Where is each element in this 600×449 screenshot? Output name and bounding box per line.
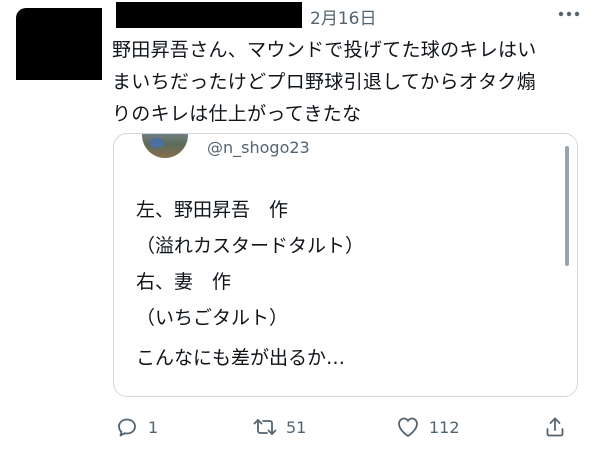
quoted-text-line: （いちごタルト） [136, 307, 289, 329]
quoted-text-line: 右、妻 作 [136, 271, 232, 293]
avatar[interactable] [16, 8, 102, 80]
more-horizontal-icon[interactable] [554, 2, 584, 26]
redacted-user-name[interactable] [116, 2, 302, 28]
reply-count: 1 [148, 417, 159, 437]
share-icon [540, 412, 570, 442]
quoted-text-line: （溢れカスタードタルト） [136, 235, 365, 257]
share-button[interactable] [540, 407, 570, 447]
tweet-text-line: りのキレは仕上がってきたな [112, 103, 362, 125]
quoted-user-handle[interactable]: @n_shogo23 [207, 138, 310, 157]
tweet-actions: 1 51 112 [0, 407, 600, 447]
tweet-timestamp[interactable]: 2月16日 [310, 4, 376, 29]
like-button[interactable]: 112 [393, 407, 460, 447]
quoted-tweet-card[interactable]: @n_shogo23 左、野田昇吾 作 （溢れカスタードタルト） 右、妻 作 （… [113, 133, 578, 397]
tweet-text-line: まいちだったけどプロ野球引退してからオタク煽 [112, 71, 537, 93]
quote-scrollbar[interactable] [565, 146, 569, 266]
retweet-button[interactable]: 51 [250, 407, 306, 447]
quoted-text-line: 左、野田昇吾 作 [136, 199, 289, 221]
tweet-text-line: 野田昇吾さん、マウンドで投げてた球のキレはい [112, 39, 537, 61]
reply-icon [112, 412, 142, 442]
like-count: 112 [429, 417, 460, 437]
heart-icon [393, 412, 423, 442]
quoted-user-avatar[interactable] [142, 134, 188, 158]
retweet-icon [250, 412, 280, 442]
quoted-tweet-text: 左、野田昇吾 作 （溢れカスタードタルト） 右、妻 作 （いちごタルト） こんな… [136, 192, 556, 376]
tweet: 2月16日 野田昇吾さん、マウンドで投げてた球のキレはい まいちだったけどプロ野… [0, 0, 600, 449]
reply-button[interactable]: 1 [112, 407, 158, 447]
quoted-text-line: こんなにも差が出るか… [136, 347, 346, 369]
retweet-count: 51 [286, 417, 307, 437]
tweet-text: 野田昇吾さん、マウンドで投げてた球のキレはい まいちだったけどプロ野球引退してか… [112, 34, 588, 130]
